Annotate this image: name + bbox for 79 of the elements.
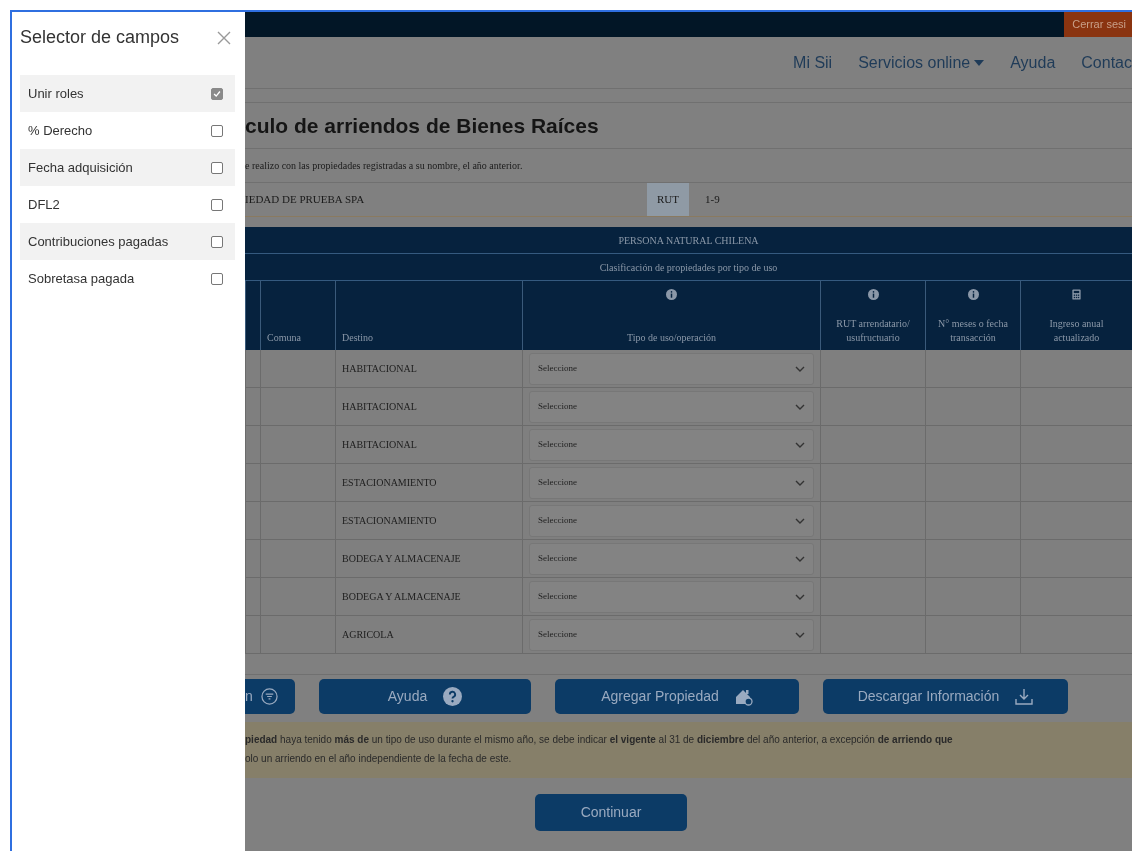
field-label: % Derecho: [28, 121, 93, 140]
download-icon: [1015, 687, 1034, 706]
field-label: Fecha adquisición: [28, 158, 133, 177]
panel-title: Selector de campos: [20, 26, 180, 49]
nav-link[interactable]: Ayuda: [1010, 50, 1056, 75]
column-header: Destino: [342, 330, 375, 344]
table-cell: [245, 350, 260, 388]
action-button[interactable]: Ayuda: [319, 679, 531, 714]
table-cell: [245, 464, 260, 502]
nav-link[interactable]: Mi Sii: [793, 50, 833, 75]
select-field[interactable]: Seleccione: [529, 542, 814, 575]
table-cell: [245, 578, 260, 616]
chevron-down-icon: [795, 555, 805, 562]
table-cell-text: AGRICOLA: [342, 628, 394, 642]
table-cell-text: BODEGA Y ALMACENAJE: [342, 552, 461, 566]
continue-button[interactable]: Continuar: [535, 794, 687, 831]
chevron-down-icon: [795, 593, 805, 600]
table-caption: Clasificación de propiedades por tipo de uso: [245, 254, 1132, 281]
nav-link[interactable]: Contac: [1081, 50, 1132, 75]
table-cell: [245, 388, 260, 426]
help-icon: [443, 687, 463, 706]
table-cell-text: HABITACIONAL: [342, 400, 417, 414]
chevron-down-icon: [795, 631, 805, 638]
field-label: Contribuciones pagadas: [28, 232, 169, 251]
column-header: N° meses o fecha transacción: [937, 317, 1009, 344]
select-field[interactable]: Seleccione: [529, 504, 814, 537]
info-icon: [967, 289, 979, 300]
table-cell-text: ESTACIONAMIENTO: [342, 514, 437, 528]
action-button[interactable]: n: [245, 679, 295, 714]
chevron-down-icon: [795, 517, 805, 524]
close-icon[interactable]: [217, 30, 231, 45]
select-field[interactable]: Seleccione: [529, 580, 814, 613]
chevron-down-icon: [795, 365, 805, 372]
table-cell-text: ESTACIONAMIENTO: [342, 476, 437, 490]
select-field[interactable]: Seleccione: [529, 466, 814, 499]
note-text: piedad haya tenido más de un tipo de uso durante el mismo año, se debe indicar el vigente al 31 de diciembre del año anterior, a excepción de arriendo que: [245, 733, 954, 747]
chevron-down-icon: [795, 441, 805, 448]
nav-link[interactable]: Servicios online: [858, 50, 985, 75]
column-header: Ingreso anual actualizado: [1048, 317, 1105, 344]
owner-name: IEDAD DE PRUEBA SPA: [245, 192, 366, 208]
rut-label: RUT: [647, 183, 689, 216]
table-cell: [245, 502, 260, 540]
calculator-icon: [1071, 289, 1082, 300]
checkbox[interactable]: [211, 235, 223, 248]
info-icon: [666, 289, 677, 300]
action-button[interactable]: Descargar Información: [823, 679, 1068, 714]
page-title: culo de arriendos de Bienes Raíces: [245, 103, 1132, 149]
table-cell-text: HABITACIONAL: [342, 438, 417, 452]
chevron-down-icon: [795, 403, 805, 410]
column-header: Tipo de uso/operación: [626, 330, 717, 344]
table-cell-text: HABITACIONAL: [342, 362, 417, 376]
logout-button[interactable]: Cerrar sesi: [1064, 12, 1132, 37]
info-icon: [867, 289, 879, 300]
table-group-header: PERSONA NATURAL CHILENA: [245, 227, 1132, 254]
checkbox[interactable]: [211, 272, 223, 285]
column-header: Comuna: [267, 330, 302, 344]
field-label: DFL2: [28, 195, 60, 214]
house-icon: [734, 687, 753, 706]
table-cell: [245, 540, 260, 578]
chevron-down-icon: [795, 479, 805, 486]
page-subtitle: e realizo con las propiedades registradas a su nombre, el año anterior.: [245, 149, 1132, 183]
action-button[interactable]: Agregar Propiedad: [555, 679, 799, 714]
table-cell-text: BODEGA Y ALMACENAJE: [342, 590, 461, 604]
select-field[interactable]: Seleccione: [529, 352, 814, 385]
table-cell: [245, 426, 260, 464]
rut-value: 1-9: [705, 192, 720, 208]
checkbox[interactable]: [211, 198, 223, 211]
field-label: Sobretasa pagada: [28, 269, 135, 288]
checkbox[interactable]: [211, 124, 223, 137]
checkbox[interactable]: [211, 87, 223, 100]
checkbox[interactable]: [211, 161, 223, 174]
select-field[interactable]: Seleccione: [529, 390, 814, 423]
field-label: Unir roles: [28, 84, 84, 103]
select-field[interactable]: Seleccione: [529, 428, 814, 461]
select-field[interactable]: Seleccione: [529, 618, 814, 651]
column-header: RUT arrendatario/ usufructuario: [835, 317, 911, 344]
filter-icon: [260, 688, 278, 705]
note-text: olo un arriendo en el año independiente de la fecha de este.: [245, 752, 513, 766]
caret-icon: [974, 59, 985, 66]
